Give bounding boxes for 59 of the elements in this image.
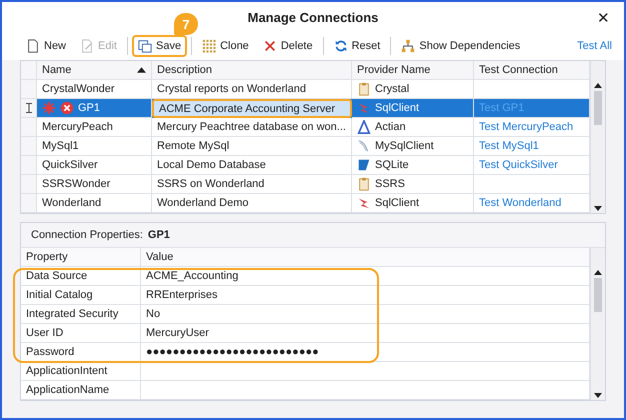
property-name-cell: ApplicationName [21,381,141,400]
hierarchy-icon [401,39,416,53]
vertical-scrollbar[interactable] [590,61,605,213]
clipboard-icon [357,82,371,96]
clone-button[interactable]: Clone [196,35,255,57]
scrollbar-thumb[interactable] [594,91,602,125]
grid-icon [202,39,216,53]
test-connection-link[interactable]: Test Wonderland [479,197,562,209]
text-cursor-icon [26,103,32,113]
scroll-down-icon [594,393,602,398]
description-cell: Wonderland Demo [152,194,352,213]
delete-icon [262,39,277,53]
test-connection-link[interactable]: Test QuickSilver [479,159,558,171]
column-header[interactable]: Description [152,61,352,80]
test-all-link[interactable]: Test All [577,40,612,52]
table-row[interactable]: QuickSilver Local Demo Database SQLite Test QuickSilver [21,156,590,175]
scroll-up-icon [594,270,602,275]
close-button[interactable]: ✕ [593,7,614,29]
new-document-icon [26,39,40,53]
edit-icon [80,39,94,53]
column-header: Property [21,248,141,267]
table-row[interactable]: GP1 ACME Corporate Accounting Server SqlClient Test GP1 [21,99,590,118]
sort-up-icon [137,67,146,73]
clipboard-icon [357,177,371,191]
save-button[interactable]: Save [132,35,188,57]
connection-name: GP1 [148,229,170,241]
test-connection-link[interactable]: Test MercuryPeach [479,121,574,133]
vertical-scrollbar[interactable] [590,248,605,400]
name-cell: Wonderland [37,194,152,213]
dependencies-button[interactable]: Show Dependencies [395,35,526,57]
description-input-field[interactable]: ACME Corporate Accounting Server [152,99,352,118]
scroll-down-icon [594,206,602,211]
server-logo-icon [357,196,371,210]
server-logo-icon [357,101,371,115]
new-button[interactable]: New [20,35,72,57]
window-title: Manage Connections [248,10,378,24]
table-row[interactable]: MercuryPeach Mercury Peachtree database on won... Actian Test MercuryPeach [21,118,590,137]
table-row[interactable]: MySql1 Remote MySql MySqlClient Test MySql1 [21,137,590,156]
triangle-logo-icon [357,120,371,134]
test-connection-link[interactable]: Test MySql1 [479,140,539,152]
asterisk-icon [42,101,56,115]
column-header: Value [141,248,590,267]
scroll-up-icon [594,83,602,88]
column-header[interactable]: Test Connection [474,61,590,80]
error-icon [60,101,74,115]
table-row[interactable]: CrystalWonder Crystal reports on Wonderland Crystal [21,80,590,99]
reset-button[interactable]: Reset [328,35,386,57]
scrollbar-thumb[interactable] [594,278,602,312]
save-icon [138,39,152,53]
table-row[interactable]: Wonderland Wonderland Demo SqlClient Test Wonderland [21,194,590,213]
property-value-cell[interactable] [141,381,590,400]
provider-cell: SqlClient [352,194,474,213]
property-name-cell: Password [21,343,141,362]
table-row[interactable]: SSRSWonder SSRS on Wonderland SSRS [21,175,590,194]
column-header[interactable]: Provider Name [352,61,474,80]
column-header[interactable]: Name [37,61,152,80]
delete-button[interactable]: Delete [256,35,319,57]
panel-label: Connection Properties: [31,229,143,241]
refresh-icon [334,39,348,53]
